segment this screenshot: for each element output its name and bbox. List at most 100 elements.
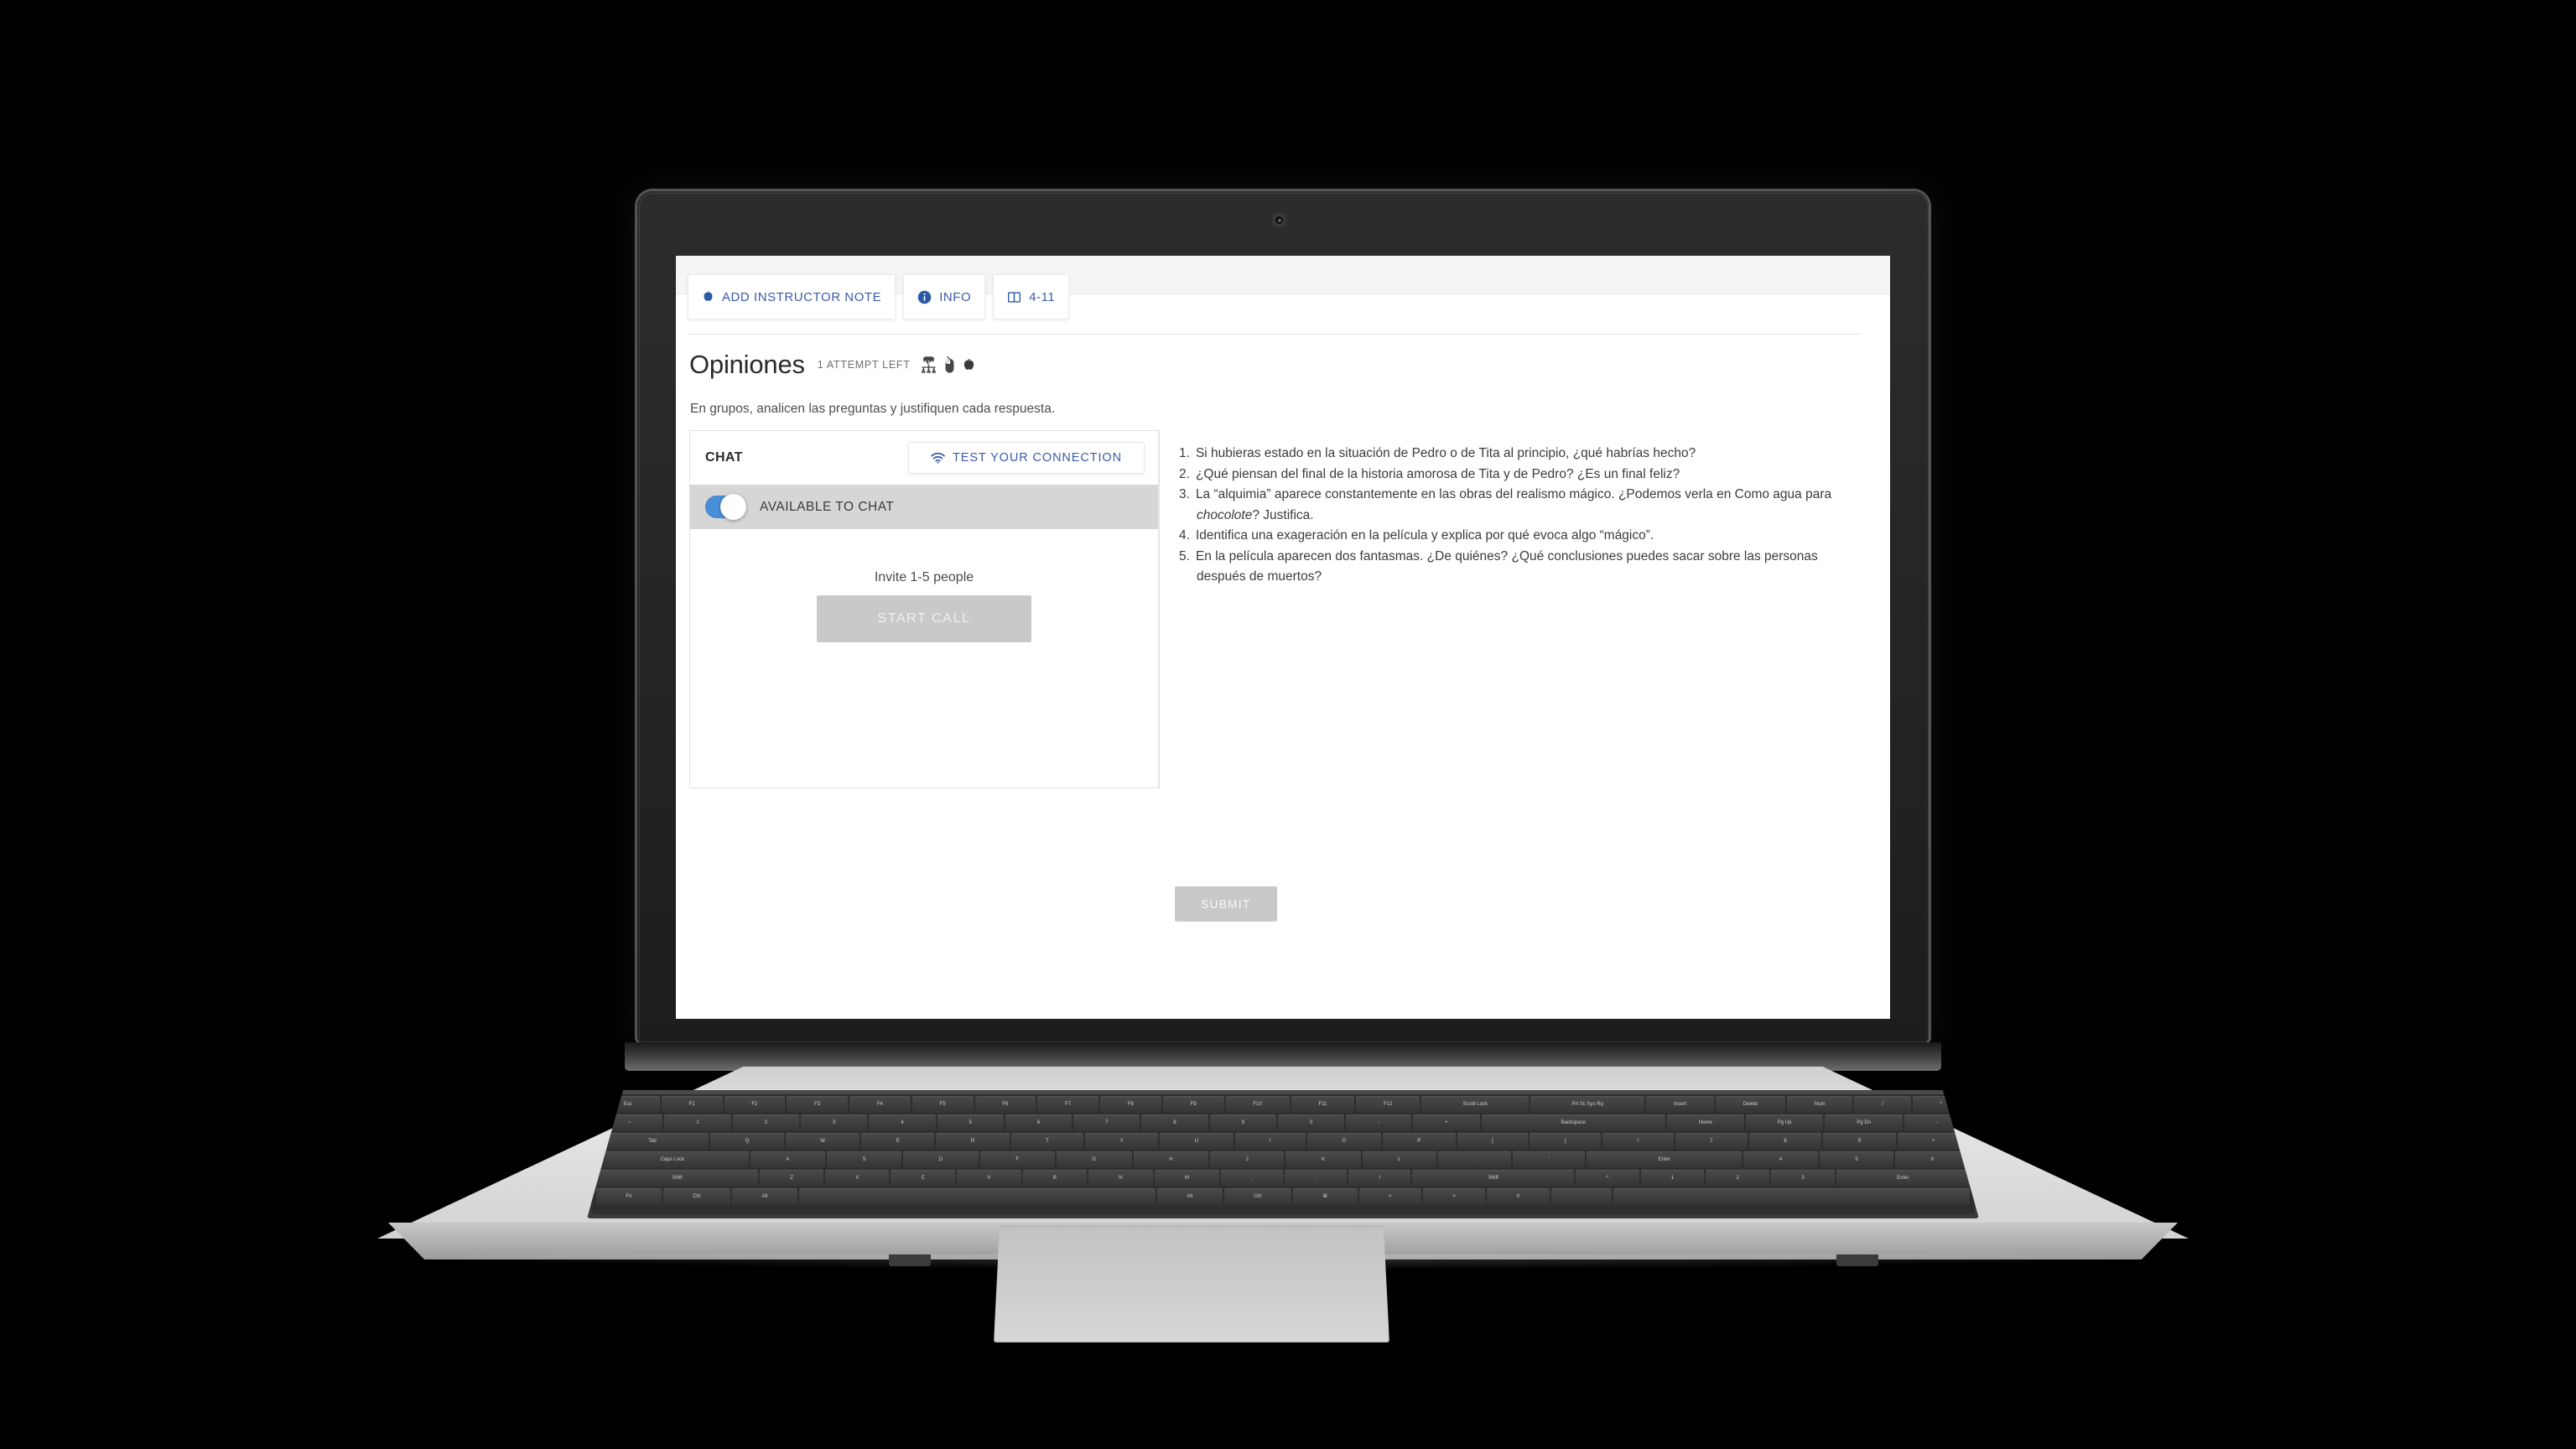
keyboard-key: F1 <box>661 1096 723 1113</box>
keyboard-key: H <box>1133 1151 1209 1168</box>
keyboard-key: 0 <box>1277 1114 1345 1131</box>
open-book-icon <box>1007 291 1021 304</box>
instructions-text: En grupos, analicen las preguntas y just… <box>690 402 1056 416</box>
keyboard-key: 6 <box>1895 1151 1970 1168</box>
keyboard-key: 9 <box>1209 1114 1276 1131</box>
keyboard-row-a: Caps Lock A S D F G H J K L; ' Enter 4 5 6 <box>591 1151 1975 1168</box>
keyboard-key: 2 <box>1706 1170 1770 1187</box>
keyboard-row-fn: Esc F1 F2 F3 F4 F5 F6 F7 F8 F9 F10 F11 F12 Scroll Loc… <box>591 1096 1975 1113</box>
keyboard-key: 5 <box>1819 1151 1894 1168</box>
keyboard-key: D <box>903 1151 979 1168</box>
keyboard-key: G <box>1056 1151 1132 1168</box>
test-connection-button[interactable]: TEST YOUR CONNECTION <box>908 442 1145 474</box>
question-number: 4. <box>1179 528 1190 543</box>
keyboard-key: Home <box>1666 1114 1744 1131</box>
keyboard-key: ' <box>1513 1151 1586 1168</box>
keyboard-key: Shift <box>596 1170 759 1187</box>
keyboard-key: Ctrl <box>662 1188 731 1205</box>
keyboard-key: F9 <box>1162 1096 1224 1113</box>
keyboard-key: 9 <box>1823 1133 1896 1150</box>
keyboard-key: F3 <box>787 1096 848 1113</box>
keyboard-key: M <box>1154 1170 1220 1187</box>
page-title: Opiniones <box>689 350 805 379</box>
keyboard-key: ] <box>1530 1133 1601 1150</box>
keyboard-key: > <box>1423 1188 1486 1205</box>
wifi-icon <box>931 452 945 464</box>
keyboard-key: O <box>1307 1133 1381 1150</box>
keyboard-key: J <box>1210 1151 1285 1168</box>
available-to-chat-row: AVAILABLE TO CHAT <box>690 485 1158 529</box>
question-number: 1. <box>1179 446 1190 460</box>
keyboard-key: Enter <box>1587 1151 1742 1168</box>
question-item: 4. Identifica una exageración en la pelí… <box>1179 526 1890 547</box>
keyboard-key: 2 <box>732 1114 800 1131</box>
keyboard-key: F2 <box>724 1096 786 1113</box>
keyboard-key: L <box>1362 1151 1437 1168</box>
info-button[interactable]: INFO <box>903 274 986 319</box>
keyboard-key: Caps Lock <box>596 1151 749 1168</box>
start-call-button[interactable]: START CALL <box>817 595 1031 642</box>
keyboard-key: Pg Dn <box>1825 1114 1903 1131</box>
available-to-chat-toggle[interactable] <box>705 494 746 520</box>
keyboard-key: F5 <box>911 1096 974 1113</box>
submit-button[interactable]: SUBMIT <box>1175 886 1277 922</box>
keyboard-key: 1 <box>664 1114 731 1131</box>
page-range-button[interactable]: 4-11 <box>993 274 1070 319</box>
keyboard-key: Prt Sc Sys Rq <box>1530 1096 1645 1113</box>
keyboard-key: Q <box>710 1133 784 1150</box>
toolbar-divider <box>688 334 1862 335</box>
keyboard-key: F7 <box>1037 1096 1098 1113</box>
question-item: 5. En la película aparecen dos fantasmas… <box>1179 547 1890 568</box>
keyboard-key: 7 <box>1073 1114 1140 1131</box>
keyboard-key: Delete <box>1715 1096 1786 1113</box>
laptop-hinge <box>625 1042 1941 1071</box>
keyboard-key: X <box>825 1170 890 1187</box>
keyboard-key: - <box>1346 1114 1412 1131</box>
question-text: La “alquimia” aparece constantemente en … <box>1195 487 1832 501</box>
question-number: 2. <box>1179 466 1190 481</box>
question-text: En la película aparecen dos fantasmas. ¿… <box>1195 548 1818 564</box>
keyboard-key: + <box>1413 1114 1480 1131</box>
keyboard-key: I <box>1234 1133 1306 1150</box>
chat-heading: CHAT <box>705 450 743 465</box>
keyboard-key: , <box>1221 1170 1284 1187</box>
keyboard-key: ⌘ <box>1292 1188 1358 1205</box>
question-item: 3. La “alquimia” aparece constantemente … <box>1179 485 1890 506</box>
trackpad[interactable] <box>994 1226 1389 1343</box>
keyboard-key: 1 <box>1640 1170 1705 1187</box>
keyboard-key: . <box>1550 1188 1613 1205</box>
toggle-knob <box>720 494 746 520</box>
laptop-screen: ADD INSTRUCTOR NOTE INFO 4-11 Opiniones … <box>676 256 1890 1019</box>
keyboard-key <box>798 1188 1156 1205</box>
keyboard-key: 4 <box>1743 1151 1818 1168</box>
keyboard-key: ~ <box>596 1114 663 1131</box>
keyboard-key: / <box>1854 1096 1911 1113</box>
keyboard-key: F4 <box>849 1096 911 1113</box>
question-continuation-rest: ? Justifica. <box>1252 507 1314 522</box>
keyboard-row-num: ~1 2 3 4 5 6 7 8 9 0- + Backspace Home Pg Up Pg Dn - <box>591 1114 1975 1131</box>
question-continuation: chocolote? Justifica. <box>1179 506 1890 527</box>
apple-icon <box>962 357 976 373</box>
keyboard-key: 8 <box>1748 1133 1822 1150</box>
keyboard-row-z: Shift Z X C V B N M,. / Shift ^ 1 2 3 Enter <box>591 1170 1975 1187</box>
mouse-icon <box>943 356 956 373</box>
keyboard-key: F10 <box>1225 1096 1290 1113</box>
keyboard-key: 5 <box>937 1114 1004 1131</box>
keyboard-key: Backspace <box>1481 1114 1665 1131</box>
keyboard-key: V <box>957 1170 1021 1187</box>
keyboard-key: W <box>785 1133 860 1150</box>
keyboard-key: Pg Up <box>1745 1114 1824 1131</box>
laptop-foot-left <box>889 1254 931 1266</box>
keyboard-key: 3 <box>801 1114 868 1131</box>
keyboard-key: Tab <box>596 1133 709 1150</box>
keyboard: Esc F1 F2 F3 F4 F5 F6 F7 F8 F9 F10 F11 F12 Scroll Loc… <box>587 1090 1979 1218</box>
keyboard-key: Scroll Lock <box>1421 1096 1530 1113</box>
keyboard-key: R <box>936 1133 1010 1150</box>
keyboard-key: < <box>1358 1188 1422 1205</box>
group-discussion-icon <box>920 356 937 373</box>
keyboard-key: Alt <box>1156 1188 1223 1205</box>
keyboard-key: U <box>1160 1133 1233 1150</box>
keyboard-key: Esc <box>596 1096 660 1113</box>
invite-text: Invite 1-5 people <box>874 570 974 584</box>
add-instructor-note-button[interactable]: ADD INSTRUCTOR NOTE <box>688 274 896 319</box>
